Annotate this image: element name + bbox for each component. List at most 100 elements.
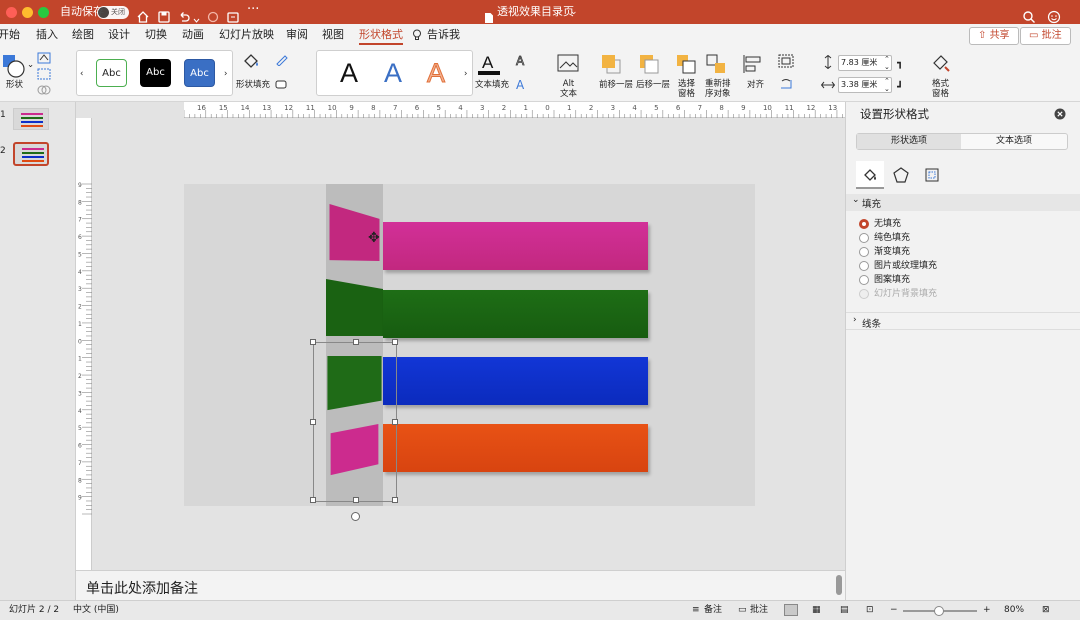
- text-fill-label[interactable]: 文本填充: [475, 80, 509, 90]
- tab-design[interactable]: 设计: [108, 27, 130, 43]
- tab-transitions[interactable]: 切换: [145, 27, 167, 43]
- reorder-objects-icon[interactable]: [705, 53, 727, 75]
- tab-text-options[interactable]: 文本选项: [961, 134, 1067, 149]
- shape-outline-icon[interactable]: [275, 54, 289, 66]
- fit-slide-icon[interactable]: ⊠: [1042, 601, 1050, 620]
- notes-placeholder[interactable]: 单击此处添加备注: [86, 578, 198, 598]
- style-sample-outline[interactable]: Abc: [96, 59, 127, 87]
- reorder-objects-label[interactable]: 重新排 序对象: [705, 79, 731, 99]
- radio-gradient-fill[interactable]: [859, 247, 869, 257]
- resize-handle-b[interactable]: [353, 497, 359, 503]
- radio-solid-fill[interactable]: [859, 233, 869, 243]
- shape-effects-icon[interactable]: [275, 78, 289, 90]
- gallery-prev-icon[interactable]: ‹: [80, 69, 83, 79]
- slide[interactable]: ✥: [184, 184, 755, 506]
- width-stepper[interactable]: ⌃ ⌄: [884, 77, 890, 93]
- option-solid-fill[interactable]: 纯色填充: [874, 232, 910, 244]
- tab-tell-me[interactable]: 告诉我: [427, 27, 460, 43]
- format-pane-label[interactable]: 格式 窗格: [932, 79, 949, 99]
- resize-handle-bl[interactable]: [310, 497, 316, 503]
- wordart-sample-orange[interactable]: A: [426, 57, 445, 89]
- shapes-icon[interactable]: [2, 54, 26, 78]
- resize-handle-tr[interactable]: [392, 339, 398, 345]
- fill-section-header[interactable]: ⌄ 填充: [846, 194, 1080, 211]
- zoom-level[interactable]: 80%: [1004, 601, 1024, 620]
- canvas-vertical-scrollbar[interactable]: [836, 122, 842, 562]
- radio-pattern-fill[interactable]: [859, 275, 869, 285]
- row-2-bar[interactable]: [383, 290, 648, 338]
- send-backward-label[interactable]: 后移一层: [636, 80, 670, 90]
- tab-insert[interactable]: 插入: [36, 27, 58, 43]
- slide-thumbnail-1[interactable]: [13, 108, 49, 130]
- line-section-header[interactable]: › 线条: [846, 312, 1080, 330]
- option-pattern-fill[interactable]: 图案填充: [874, 274, 910, 286]
- language-indicator[interactable]: 中文 (中国): [73, 601, 119, 620]
- resize-handle-t[interactable]: [353, 339, 359, 345]
- zoom-slider[interactable]: [903, 606, 977, 616]
- panel-close-icon[interactable]: [1054, 108, 1066, 120]
- rotate-handle-icon[interactable]: [351, 512, 360, 521]
- fill-line-category[interactable]: [856, 161, 884, 189]
- row-1-bar[interactable]: [383, 222, 648, 270]
- minimize-window-button[interactable]: [22, 7, 33, 18]
- tab-view[interactable]: 视图: [322, 27, 344, 43]
- slide-thumbnail-2[interactable]: [13, 142, 49, 166]
- tab-shape-format[interactable]: 形状格式: [359, 27, 403, 45]
- comments-toggle[interactable]: 批注: [750, 601, 768, 620]
- text-fill-icon[interactable]: A: [476, 52, 502, 76]
- selection-box[interactable]: [310, 339, 398, 521]
- document-title[interactable]: 透视效果目录页: [497, 0, 574, 24]
- normal-view-button[interactable]: [784, 604, 798, 616]
- shapes-label[interactable]: 形状: [6, 80, 23, 90]
- size-properties-icon[interactable]: [924, 167, 940, 183]
- wordart-sample-black[interactable]: A: [340, 57, 358, 89]
- maximize-window-button[interactable]: [38, 7, 49, 18]
- resize-handle-br[interactable]: [392, 497, 398, 503]
- share-button[interactable]: ⇧ 共享: [969, 27, 1019, 45]
- radio-picture-fill[interactable]: [859, 261, 869, 271]
- slideshow-icon[interactable]: ⊡: [866, 601, 874, 620]
- text-effects-icon[interactable]: A: [514, 78, 528, 92]
- effects-pentagon-icon[interactable]: [893, 167, 909, 183]
- shapes-dropdown-icon[interactable]: ⌄: [27, 60, 34, 70]
- merge-shapes-icon[interactable]: [37, 84, 51, 96]
- tab-animations[interactable]: 动画: [182, 27, 204, 43]
- bring-forward-icon[interactable]: [600, 53, 622, 75]
- alt-text-icon[interactable]: [557, 54, 579, 74]
- wordart-next-icon[interactable]: ›: [464, 69, 467, 79]
- reading-view-icon[interactable]: ▤: [840, 601, 849, 620]
- notes-scrollbar[interactable]: [836, 575, 842, 595]
- comments-button[interactable]: ▭ 批注: [1020, 27, 1071, 45]
- notes-icon[interactable]: ≡: [692, 601, 700, 620]
- notes-pane[interactable]: 单击此处添加备注: [76, 570, 845, 600]
- option-picture-fill[interactable]: 图片或纹理填充: [874, 260, 937, 272]
- bring-forward-label[interactable]: 前移一层: [599, 80, 633, 90]
- tab-shape-options[interactable]: 形状选项: [857, 134, 961, 149]
- rotate-icon[interactable]: [778, 77, 794, 91]
- send-backward-icon[interactable]: [638, 53, 660, 75]
- zoom-slider-knob[interactable]: [933, 606, 944, 616]
- edit-shape-icon[interactable]: [37, 52, 51, 64]
- tab-review[interactable]: 审阅: [286, 27, 308, 43]
- wordart-sample-blue[interactable]: A: [384, 57, 402, 89]
- resize-handle-tl[interactable]: [310, 339, 316, 345]
- slide-sorter-icon[interactable]: ▦: [812, 601, 821, 620]
- shape-fill-label[interactable]: 形状填充: [236, 80, 270, 90]
- tab-draw[interactable]: 绘图: [72, 27, 94, 43]
- tab-home[interactable]: 开始: [0, 27, 20, 43]
- title-chevron-icon[interactable]: ⌄: [570, 0, 578, 24]
- zoom-in-button[interactable]: +: [983, 601, 991, 620]
- row-2-left-piece[interactable]: [326, 279, 383, 336]
- text-outline-icon[interactable]: A: [514, 54, 528, 68]
- option-gradient-fill[interactable]: 渐变填充: [874, 246, 910, 258]
- align-label[interactable]: 对齐: [747, 80, 764, 90]
- gallery-next-icon[interactable]: ›: [224, 69, 227, 79]
- comments-icon[interactable]: ▭: [738, 601, 747, 620]
- autosave-toggle[interactable]: 关闭: [97, 6, 129, 19]
- zoom-out-button[interactable]: −: [890, 601, 898, 620]
- group-icon[interactable]: [778, 54, 794, 68]
- row-4-bar[interactable]: [383, 424, 648, 472]
- radio-no-fill[interactable]: [859, 219, 869, 229]
- height-stepper[interactable]: ⌃ ⌄: [884, 55, 890, 71]
- text-box-icon[interactable]: [37, 68, 51, 80]
